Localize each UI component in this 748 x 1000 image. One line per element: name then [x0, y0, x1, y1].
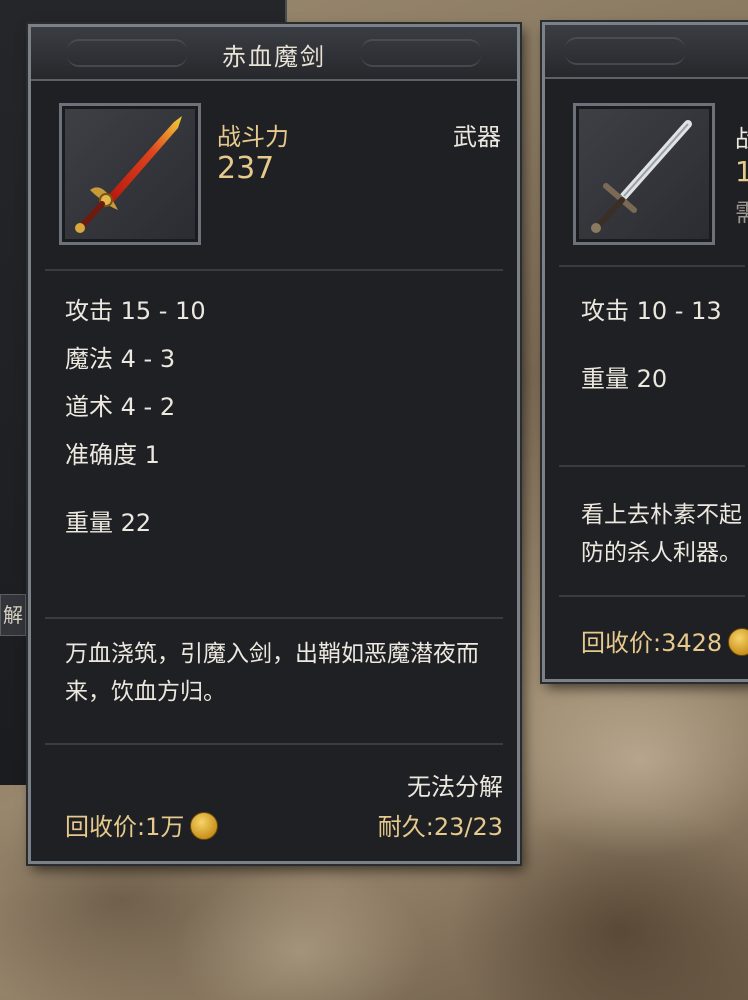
- item-type: 武器: [453, 123, 501, 151]
- item-description: 万血浇筑，引魔入剑，出鞘如恶魔潜夜而来，饮血方归。: [65, 641, 479, 705]
- item-tooltip: 赤血魔剑 战斗力 237 武器 攻击 15 - 10 魔法 4 - 3 道术 4…: [28, 24, 520, 864]
- item-icon-frame: [59, 103, 201, 245]
- recycle-price-text: 回收价:1万: [65, 813, 185, 841]
- compare-recycle-price-text: 回收价:3428: [581, 629, 723, 657]
- dismantle-tab[interactable]: 解: [0, 594, 26, 636]
- divider: [559, 595, 745, 597]
- stat-accuracy: 准确度 1: [65, 441, 160, 469]
- gold-coin-icon: [190, 812, 219, 840]
- compare-item-tooltip: 战 1 需 攻击 10 - 13 重量 20 看上去朴素不起 防的杀人利器。 回…: [542, 22, 748, 682]
- dismantle-tab-label: 解: [3, 603, 23, 627]
- divider: [559, 265, 745, 267]
- compare-power-value: 1: [735, 155, 748, 188]
- title-ornament: [565, 37, 685, 65]
- red-sword-icon: [75, 116, 182, 233]
- dismantle-status: 无法分解: [407, 773, 503, 801]
- compare-attack-stat: 攻击 10 - 13: [581, 297, 722, 325]
- stat-magic: 魔法 4 - 3: [65, 345, 176, 373]
- compare-description-line1: 看上去朴素不起: [581, 502, 742, 528]
- compare-recycle-price: 回收价:3428: [581, 623, 748, 658]
- item-name: 赤血魔剑: [222, 43, 326, 71]
- compare-tooltip-titlebar: [545, 25, 748, 79]
- steel-sword-icon: [591, 120, 692, 233]
- divider: [559, 465, 745, 467]
- power-label: 战斗力: [217, 123, 289, 151]
- stat-weight: 重量 22: [65, 509, 152, 537]
- stat-taoism: 道术 4 - 2: [65, 393, 176, 421]
- compare-item-icon-frame: [573, 103, 715, 245]
- divider: [45, 617, 503, 619]
- divider: [45, 269, 503, 271]
- durability: 耐久:23/23: [377, 813, 503, 841]
- divider: [45, 743, 503, 745]
- tooltip-titlebar: 赤血魔剑: [31, 27, 517, 81]
- power-value: 237: [217, 151, 275, 186]
- compare-power-label: 战: [735, 125, 748, 153]
- compare-requirement: 需: [735, 199, 748, 227]
- compare-description-line2: 防的杀人利器。: [581, 540, 742, 566]
- stat-attack: 攻击 15 - 10: [65, 297, 206, 325]
- recycle-price: 回收价:1万: [65, 807, 219, 842]
- gold-coin-icon: [728, 628, 748, 656]
- compare-weight-stat: 重量 20: [581, 365, 668, 393]
